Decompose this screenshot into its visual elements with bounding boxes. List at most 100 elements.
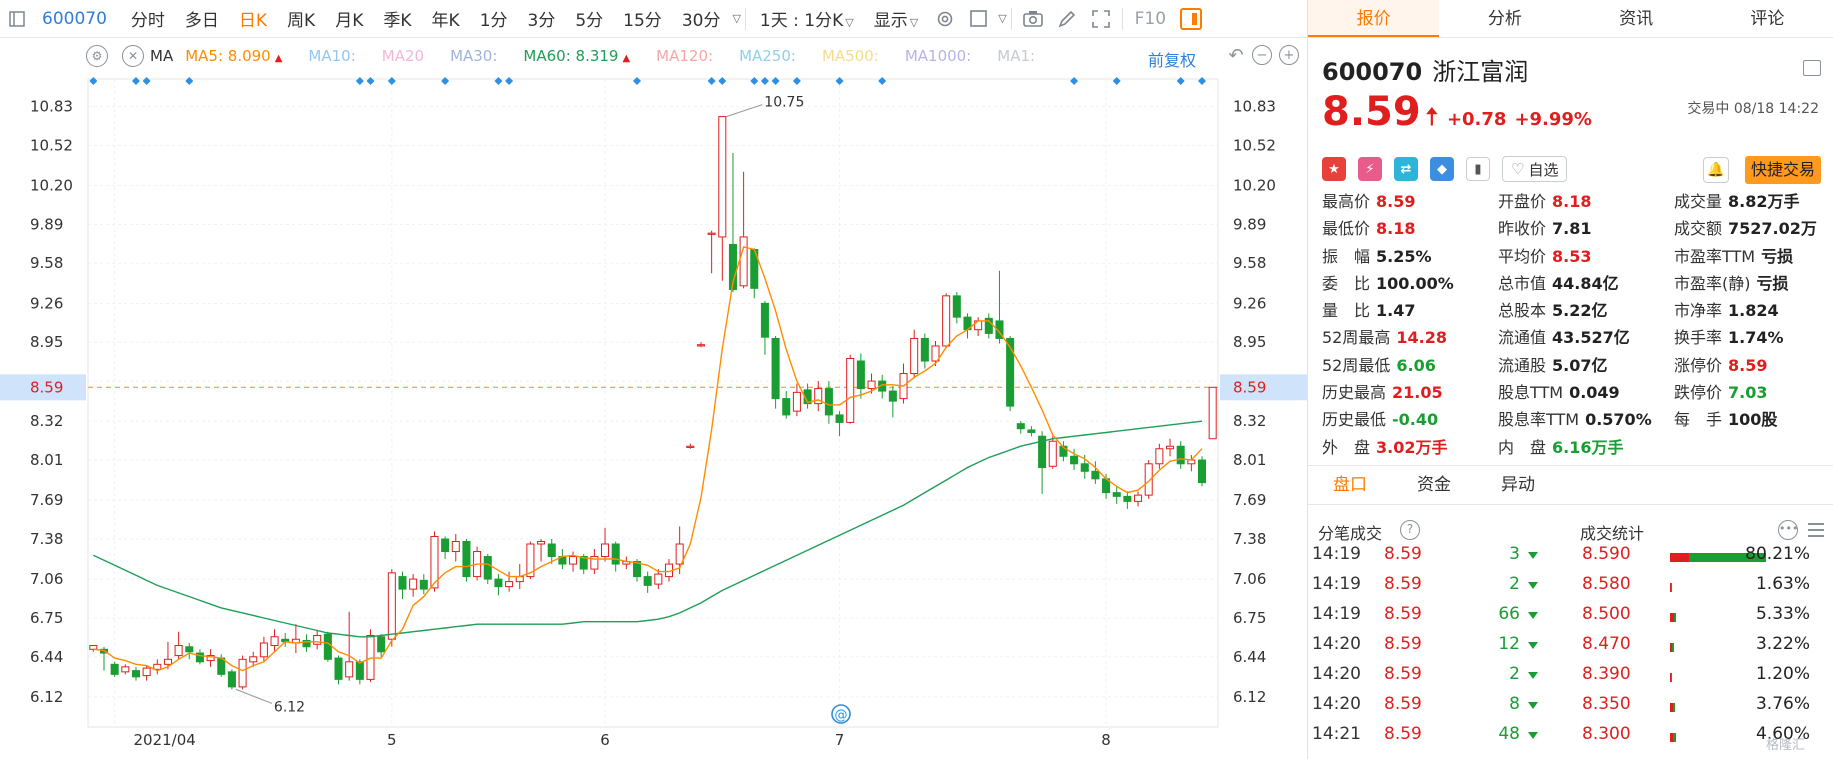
tag-icon[interactable]: ◆	[1430, 157, 1454, 181]
shuffle-icon[interactable]: ⇄	[1394, 157, 1418, 181]
tick-row: 14:19 8.59 2	[1308, 574, 1570, 604]
stat-value: 1.824	[1728, 301, 1779, 321]
ma-item[interactable]: MA5: 8.090 ▲	[185, 47, 282, 65]
bookmark-icon[interactable]: ▮	[1466, 157, 1490, 181]
adjust-selector[interactable]: 前复权	[1148, 47, 1196, 71]
ma5-line	[93, 246, 1203, 672]
gear-icon[interactable]: ⚙	[86, 45, 108, 67]
stat-label: 股息率TTM	[1498, 410, 1580, 430]
dist-bar-down	[1672, 643, 1674, 652]
tab-period-1分[interactable]: 1分	[470, 6, 518, 31]
candle-body	[1080, 463, 1089, 472]
event-diamond-icon	[633, 77, 642, 85]
event-diamond-icon	[1070, 77, 1079, 85]
tab-period-季K[interactable]: 季K	[373, 6, 421, 31]
ma-item[interactable]: MA250:	[739, 47, 796, 65]
tick-time: 14:19	[1312, 604, 1361, 624]
candle-body	[505, 581, 514, 588]
tick-list[interactable]: 14:19 8.59 3 14:19 8.59 2 14:19 8.59 66 14:20 8.59…	[1308, 544, 1570, 759]
ma-item[interactable]: MA30:	[450, 47, 497, 65]
f10-button[interactable]: F10	[1127, 9, 1174, 29]
display-selector[interactable]: 显示 ▽	[864, 6, 928, 31]
ma-item[interactable]: MA120:	[656, 47, 713, 65]
tab-period-3分[interactable]: 3分	[518, 6, 566, 31]
stat-label: 股息TTM	[1498, 383, 1564, 403]
tab-period-15分[interactable]: 15分	[613, 6, 672, 31]
multi-period-selector[interactable]: 1天 : 1分K ▽	[750, 6, 864, 31]
pen-icon[interactable]	[1054, 6, 1080, 32]
tab-period-年K[interactable]: 年K	[422, 6, 470, 31]
more-icon[interactable]: •••	[1778, 520, 1798, 540]
stat-item: 流通值 43.527亿	[1498, 324, 1674, 351]
settings-icon[interactable]	[932, 6, 958, 32]
dist-row: 8.470 3.22%	[1570, 634, 1833, 664]
tab-period-多日[interactable]: 多日	[175, 6, 229, 31]
y-tick-left: 10.83	[30, 98, 73, 116]
runner-icon[interactable]: ⚡	[1358, 157, 1382, 181]
chevron-down-icon[interactable]: ▽	[732, 12, 740, 25]
up-triangle-icon: ▲	[622, 53, 631, 64]
dist-bar-down	[1671, 673, 1672, 682]
down-triangle-icon	[1528, 612, 1538, 619]
candle-body	[1070, 455, 1079, 465]
close-icon[interactable]: ✕	[122, 45, 144, 67]
subtab-资金[interactable]: 资金	[1392, 466, 1476, 504]
ma-item-label: MA10:	[308, 47, 356, 65]
candle-body	[739, 236, 748, 287]
zoom-out-icon[interactable]: −	[1252, 45, 1272, 65]
camera-icon[interactable]	[1020, 6, 1046, 32]
candle-body	[1208, 386, 1217, 440]
ma-item[interactable]: MA10:	[308, 47, 355, 65]
subtab-盘口[interactable]: 盘口	[1308, 466, 1392, 504]
bell-icon[interactable]: 🔔	[1703, 157, 1729, 183]
tab-资讯[interactable]: 资讯	[1571, 0, 1702, 37]
kline-chart[interactable]: 10.83 10.83 10.52 10.52 10.20 10.20 9.89 9.89 9.…	[0, 39, 1307, 759]
tab-分析[interactable]: 分析	[1439, 0, 1570, 37]
tab-period-5分[interactable]: 5分	[565, 6, 613, 31]
dist-row: 8.500 5.33%	[1570, 604, 1833, 634]
x-tick: 8	[1101, 731, 1111, 749]
ma-item[interactable]: MA1000:	[905, 47, 971, 65]
stat-item: 总股本 5.22亿	[1498, 297, 1674, 324]
dist-pct: 5.33%	[1755, 604, 1810, 624]
subtab-异动[interactable]: 异动	[1476, 466, 1560, 504]
zoom-in-icon[interactable]: +	[1279, 45, 1299, 65]
toolbar-divider	[1010, 7, 1012, 30]
undo-icon[interactable]: ↶	[1226, 45, 1246, 66]
sidebar-toggle-icon[interactable]	[4, 6, 30, 32]
stock-code-tab[interactable]: 600070	[34, 9, 121, 29]
ma-item[interactable]: MA60: 8.319 ▲	[523, 47, 630, 65]
tab-period-周K[interactable]: 周K	[277, 6, 325, 31]
dist-price: 8.500	[1582, 604, 1631, 624]
ma-item[interactable]: MA20	[382, 47, 424, 65]
kline-chart-area[interactable]: 10.83 10.83 10.52 10.52 10.20 10.20 9.89 9.89 9.…	[0, 39, 1307, 759]
tab-评论[interactable]: 评论	[1702, 0, 1833, 37]
tab-period-30分[interactable]: 30分	[672, 6, 731, 31]
ma-item[interactable]: MA500:	[822, 47, 879, 65]
stat-label: 市盈率(静)	[1674, 273, 1751, 293]
stat-label: 流通值	[1498, 328, 1547, 348]
ma-label[interactable]: MA	[150, 47, 173, 65]
menu-icon[interactable]	[1808, 523, 1824, 537]
help-icon[interactable]: ?	[1400, 520, 1420, 540]
tab-报价[interactable]: 报价	[1308, 0, 1440, 37]
panel-toggle-icon[interactable]	[1180, 7, 1203, 30]
tab-period-日K[interactable]: 日K	[229, 6, 277, 31]
stat-item: 振 幅 5.25%	[1322, 243, 1498, 270]
quick-trade-button[interactable]: 快捷交易	[1744, 156, 1821, 184]
volume-distribution[interactable]: 8.590 80.21% 8.580 1.63% 8.500 5.33% 8.470 3.22…	[1570, 544, 1833, 759]
stat-value: 1.74%	[1728, 328, 1784, 348]
add-watchlist-button[interactable]: ♡ 自选	[1502, 156, 1568, 182]
ma-item[interactable]: MA1:	[997, 47, 1035, 65]
tab-period-月K[interactable]: 月K	[325, 6, 373, 31]
square-draw-icon[interactable]	[966, 6, 992, 32]
fullscreen-icon[interactable]	[1088, 6, 1114, 32]
down-triangle-icon	[1528, 642, 1538, 649]
event-diamond-icon	[387, 77, 396, 85]
chevron-down-icon[interactable]: ▽	[998, 12, 1006, 25]
china-flag-icon[interactable]: ★	[1322, 157, 1346, 181]
stat-item: 平均价 8.53	[1498, 243, 1674, 270]
tab-period-分时[interactable]: 分时	[121, 6, 175, 31]
list-icon[interactable]	[1803, 60, 1821, 76]
tick-volume: 66	[1498, 604, 1520, 624]
